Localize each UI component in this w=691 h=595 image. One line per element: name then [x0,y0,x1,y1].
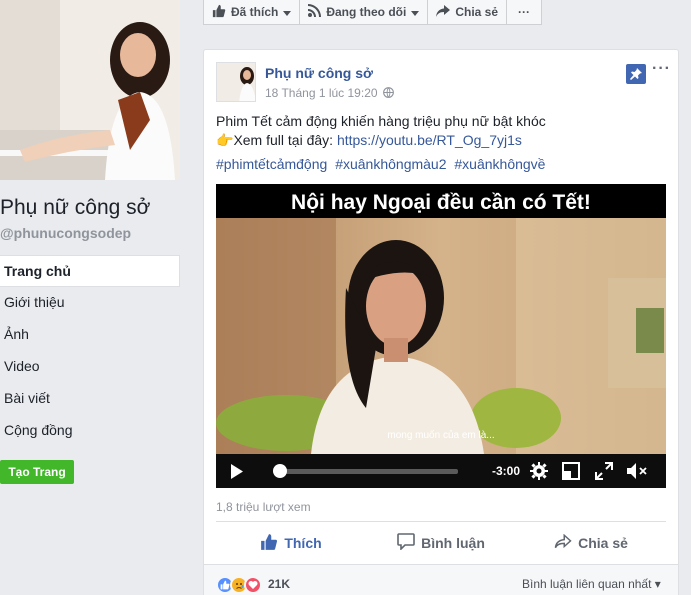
page-action-bar: Đã thích Đang theo dõi Chia sẻ ··· [203,0,543,25]
hashtag-link[interactable]: #xuânkhôngmàu2 [335,156,446,172]
video-controls: -3:00 [216,454,666,488]
page-handle[interactable]: @phunucongsodep [0,225,131,241]
video-frame[interactable] [216,218,666,454]
profile-photo[interactable] [0,0,180,180]
video-subtitle: mong muốn của em là... [387,430,495,441]
like-label: Thích [284,535,322,551]
following-button[interactable]: Đang theo dõi [299,0,429,25]
thumbs-up-icon [260,533,278,554]
share-page-label: Chia sẻ [455,5,499,19]
post-card: Phụ nữ công sở 18 Tháng 1 lúc 19:20 ··· … [203,49,679,595]
create-page-button[interactable]: Tạo Trang [0,460,74,484]
fullscreen-icon[interactable] [595,462,613,485]
more-options-button[interactable]: ··· [506,0,543,25]
video-time-remaining: -3:00 [492,464,521,478]
nav-item-home[interactable]: Trang chủ [0,255,180,287]
reactions-bar: 21K Bình luận liên quan nhất ▾ [204,564,678,595]
thumbs-up-icon [212,4,226,21]
video-player[interactable]: Nội hay Ngoại đều cần có Tết! mong muốn … [216,184,666,488]
globe-icon [381,86,394,100]
nav-item-videos[interactable]: Video [0,351,180,383]
comment-bubble-icon [397,533,415,553]
caret-down-icon [283,5,292,19]
hashtag-link[interactable]: #phimtếtcảmđộng [216,156,327,172]
post-action-bar: Thích Bình luận Chia sẻ [216,527,666,559]
post-text-line1: Phim Tết cảm động khiến hàng triệu phụ n… [216,113,546,129]
nav-item-about[interactable]: Giới thiệu [0,287,180,319]
post-hashtags: #phimtếtcảmđộng #xuânkhôngmàu2 #xuânkhôn… [216,156,549,172]
video-title-banner: Nội hay Ngoại đều cần có Tết! [216,184,666,218]
video-progress-knob[interactable] [272,464,287,478]
share-label: Chia sẻ [578,535,628,551]
comment-label: Bình luận [421,535,485,551]
share-page-button[interactable]: Chia sẻ [427,0,508,25]
settings-gear-icon[interactable] [530,462,548,485]
nav-item-photos[interactable]: Ảnh [0,319,180,351]
following-label: Đang theo dõi [326,5,407,19]
liked-button[interactable]: Đã thích [203,0,301,25]
nav-item-community[interactable]: Cộng đồng [0,415,180,447]
muted-speaker-icon[interactable] [626,462,648,485]
liked-label: Đã thích [231,5,279,19]
post-youtube-link[interactable]: https://youtu.be/RT_Og_7yj1s [337,132,522,148]
mini-player-icon[interactable] [562,462,580,485]
comment-button[interactable]: Bình luận [366,527,516,559]
page-nav: Trang chủ Giới thiệu Ảnh Video Bài viết … [0,255,180,447]
love-icon [244,576,262,594]
left-column: Phụ nữ công sở @phunucongsodep Trang chủ… [0,0,180,595]
share-arrow-icon [436,4,451,20]
nav-item-posts[interactable]: Bài viết [0,383,180,415]
divider [216,521,666,522]
post-time-text: 18 Tháng 1 lúc 19:20 [265,86,378,100]
comments-sort-dropdown[interactable]: Bình luận liên quan nhất ▾ [522,577,661,591]
video-progress-track[interactable] [274,469,458,474]
more-dots-icon: ··· [518,5,531,19]
pointing-hand-emoji: 👉 [216,132,234,148]
post-author[interactable]: Phụ nữ công sở [265,65,373,81]
rss-icon [308,4,322,20]
play-icon[interactable] [230,464,244,484]
like-button[interactable]: Thích [216,527,366,559]
share-arrow-icon [554,533,572,552]
caret-down-icon [411,5,420,19]
hashtag-link[interactable]: #xuânkhôngvề [454,156,545,172]
reaction-icons[interactable] [216,576,262,594]
page-name[interactable]: Phụ nữ công sở [0,196,150,220]
author-avatar[interactable] [216,62,256,102]
post-timestamp[interactable]: 18 Tháng 1 lúc 19:20 [265,86,394,100]
share-button[interactable]: Chia sẻ [516,527,666,559]
reaction-count[interactable]: 21K [268,577,290,591]
post-options-button[interactable]: ··· [652,60,671,78]
post-text-prefix: Xem full tại đây: [233,132,337,148]
post-text-line2: 👉Xem full tại đây: https://youtu.be/RT_O… [216,132,522,149]
pinned-post-icon[interactable] [626,64,646,84]
view-count[interactable]: 1,8 triệu lượt xem [216,500,311,514]
